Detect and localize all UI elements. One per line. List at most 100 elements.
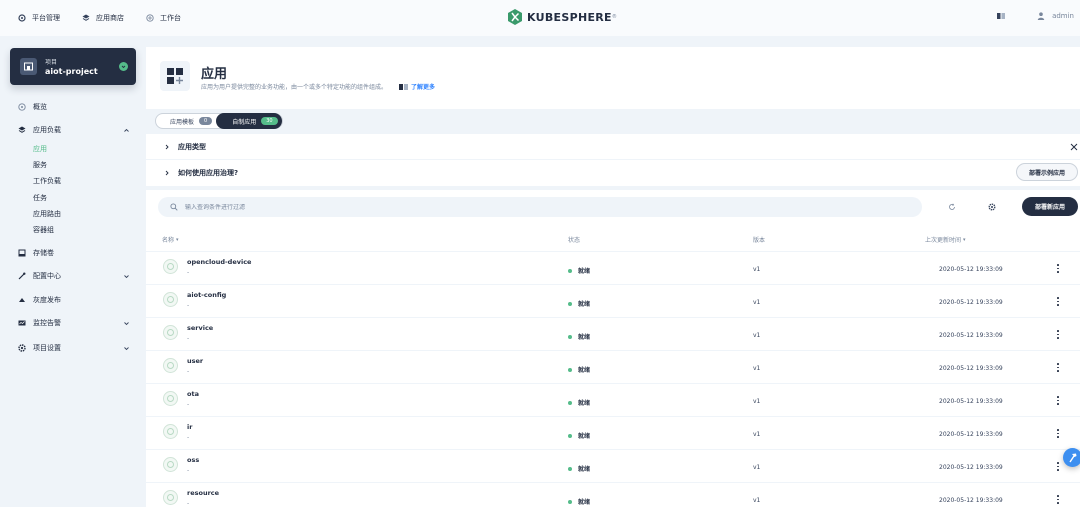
sidebar-item-label: 存储卷: [33, 249, 54, 257]
nav-workbench[interactable]: 工作台: [146, 13, 181, 23]
app-icon: [163, 259, 178, 274]
more-actions-icon[interactable]: [1056, 495, 1060, 504]
sidebar-item-workload[interactable]: 应用负载: [18, 125, 130, 135]
app-name-link[interactable]: ir: [187, 423, 192, 431]
app-name-link[interactable]: oss: [187, 456, 199, 464]
more-actions-icon[interactable]: [1056, 462, 1060, 471]
app-name-link[interactable]: resource: [187, 489, 219, 497]
app-name-link[interactable]: ota: [187, 390, 199, 398]
sidebar-subitem-workloads[interactable]: 工作负载: [33, 176, 61, 186]
search-input[interactable]: [185, 203, 885, 211]
sidebar-item-label: 项目设置: [33, 344, 61, 352]
sidebar: 项目 aiot-project 概览 应用负载 应用 服务 工作负载 任务 应用…: [0, 36, 146, 507]
kubesphere-logo-icon: [508, 9, 522, 25]
governance-label: 如何使用应用治理?: [178, 169, 239, 177]
app-icon: [163, 325, 178, 340]
table-row[interactable]: ota - 就绪 v1 2020-05-12 19:33:09: [146, 384, 1080, 417]
sidebar-item-monitoring[interactable]: 监控告警: [18, 318, 130, 328]
app-version: v1: [753, 365, 761, 372]
refresh-icon[interactable]: [948, 203, 956, 211]
app-name-link[interactable]: user: [187, 357, 203, 365]
more-actions-icon[interactable]: [1056, 429, 1060, 438]
app-description: -: [187, 269, 190, 276]
user-menu[interactable]: admin: [1037, 12, 1074, 20]
search-box[interactable]: [158, 197, 922, 217]
more-actions-icon[interactable]: [1056, 297, 1060, 306]
sidebar-item-grayscale[interactable]: 灰度发布: [18, 295, 130, 305]
app-updated-time: 2020-05-12 19:33:09: [939, 266, 1003, 273]
tab-count-badge: 0: [199, 117, 213, 125]
app-name-link[interactable]: aiot-config: [187, 291, 226, 299]
tab-app-templates[interactable]: 应用模板 0: [156, 113, 216, 129]
status-text: 就绪: [578, 400, 591, 407]
app-version: v1: [753, 299, 761, 306]
sidebar-subitem-services[interactable]: 服务: [33, 160, 47, 170]
table-row[interactable]: user - 就绪 v1 2020-05-12 19:33:09: [146, 351, 1080, 384]
app-description: -: [187, 335, 190, 342]
more-actions-icon[interactable]: [1056, 330, 1060, 339]
project-info: 项目 aiot-project: [45, 57, 98, 76]
learn-more-link[interactable]: 了解更多: [399, 82, 435, 91]
settings-icon: [18, 344, 26, 352]
table-row[interactable]: ir - 就绪 v1 2020-05-12 19:33:09: [146, 417, 1080, 450]
app-updated-time: 2020-05-12 19:33:09: [939, 332, 1003, 339]
table-row[interactable]: resource - 就绪 v1 2020-05-12 19:33:09: [146, 483, 1080, 507]
column-header-label: 上次更新时间: [925, 237, 962, 244]
nav-appstore[interactable]: 应用商店: [82, 13, 124, 23]
status-badge: 就绪: [568, 398, 590, 407]
sidebar-subitem-pods[interactable]: 容器组: [33, 225, 54, 235]
app-version: v1: [753, 497, 761, 504]
more-actions-icon[interactable]: [1056, 363, 1060, 372]
more-actions-icon[interactable]: [1056, 264, 1060, 273]
table-row[interactable]: service - 就绪 v1 2020-05-12 19:33:09: [146, 318, 1080, 351]
app-type-label: 应用类型: [178, 142, 206, 151]
main-content: 应用 应用为用户提供完整的业务功能，由一个或多个特定功能的组件组成。 了解更多 …: [146, 47, 1080, 507]
docs-icon[interactable]: [997, 13, 1006, 19]
status-text: 就绪: [578, 499, 591, 506]
app-name-link[interactable]: service: [187, 324, 213, 332]
column-header-name[interactable]: 名称 ▾: [162, 235, 179, 245]
column-header-version: 版本: [753, 235, 765, 244]
table-row[interactable]: oss - 就绪 v1 2020-05-12 19:33:09: [146, 450, 1080, 483]
table-header: 名称 ▾ 状态 版本 上次更新时间 ▾: [146, 224, 1080, 252]
logo-text: KUBESPHERE: [527, 10, 612, 24]
sort-caret-icon: ▾: [963, 236, 966, 243]
governance-expander[interactable]: 如何使用应用治理?: [146, 160, 1080, 186]
status-badge: 就绪: [568, 266, 590, 275]
sidebar-item-config[interactable]: 配置中心: [18, 271, 130, 281]
gear-icon[interactable]: [988, 203, 996, 211]
app-icon: [163, 424, 178, 439]
deploy-sample-app-button[interactable]: 部署示例应用: [1015, 163, 1078, 181]
logo-trademark: ®: [611, 14, 617, 20]
tab-custom-apps[interactable]: 自制应用 30: [216, 113, 282, 129]
column-header-updated[interactable]: 上次更新时间 ▾: [925, 235, 966, 245]
tab-label: 自制应用: [232, 118, 257, 126]
app-icon: [163, 457, 178, 472]
sidebar-subitem-apps[interactable]: 应用: [33, 144, 47, 154]
sidebar-subitem-routes[interactable]: 应用路由: [33, 209, 61, 219]
close-icon[interactable]: [1070, 143, 1078, 151]
sidebar-item-overview[interactable]: 概览: [18, 102, 130, 112]
sidebar-subitem-jobs[interactable]: 任务: [33, 193, 47, 203]
user-icon: [1037, 12, 1045, 20]
sort-caret-icon: ▾: [176, 236, 179, 243]
status-dot-icon: [568, 301, 572, 306]
more-actions-icon[interactable]: [1056, 396, 1060, 405]
deploy-new-app-button[interactable]: 部署新应用: [1021, 197, 1078, 216]
tab-count-badge: 30: [261, 117, 278, 125]
sidebar-item-project-settings[interactable]: 项目设置: [18, 343, 130, 353]
table-row[interactable]: aiot-config - 就绪 v1 2020-05-12 19:33:09: [146, 285, 1080, 318]
status-text: 就绪: [578, 334, 591, 341]
hammer-tool-icon[interactable]: [1063, 448, 1080, 467]
project-card[interactable]: 项目 aiot-project: [10, 48, 136, 85]
kubesphere-logo[interactable]: KUBESPHERE ®: [508, 9, 617, 25]
project-switch-icon[interactable]: [119, 62, 128, 71]
app-updated-time: 2020-05-12 19:33:09: [939, 431, 1003, 438]
app-name-link[interactable]: opencloud-device: [187, 258, 251, 266]
nav-platform[interactable]: 平台管理: [18, 13, 60, 23]
app-type-expander[interactable]: 应用类型: [146, 134, 1080, 160]
sidebar-item-volumes[interactable]: 存储卷: [18, 248, 130, 258]
status-badge: 就绪: [568, 431, 590, 440]
table-row[interactable]: opencloud-device - 就绪 v1 2020-05-12 19:3…: [146, 252, 1080, 285]
nav-platform-label: 平台管理: [32, 14, 60, 22]
